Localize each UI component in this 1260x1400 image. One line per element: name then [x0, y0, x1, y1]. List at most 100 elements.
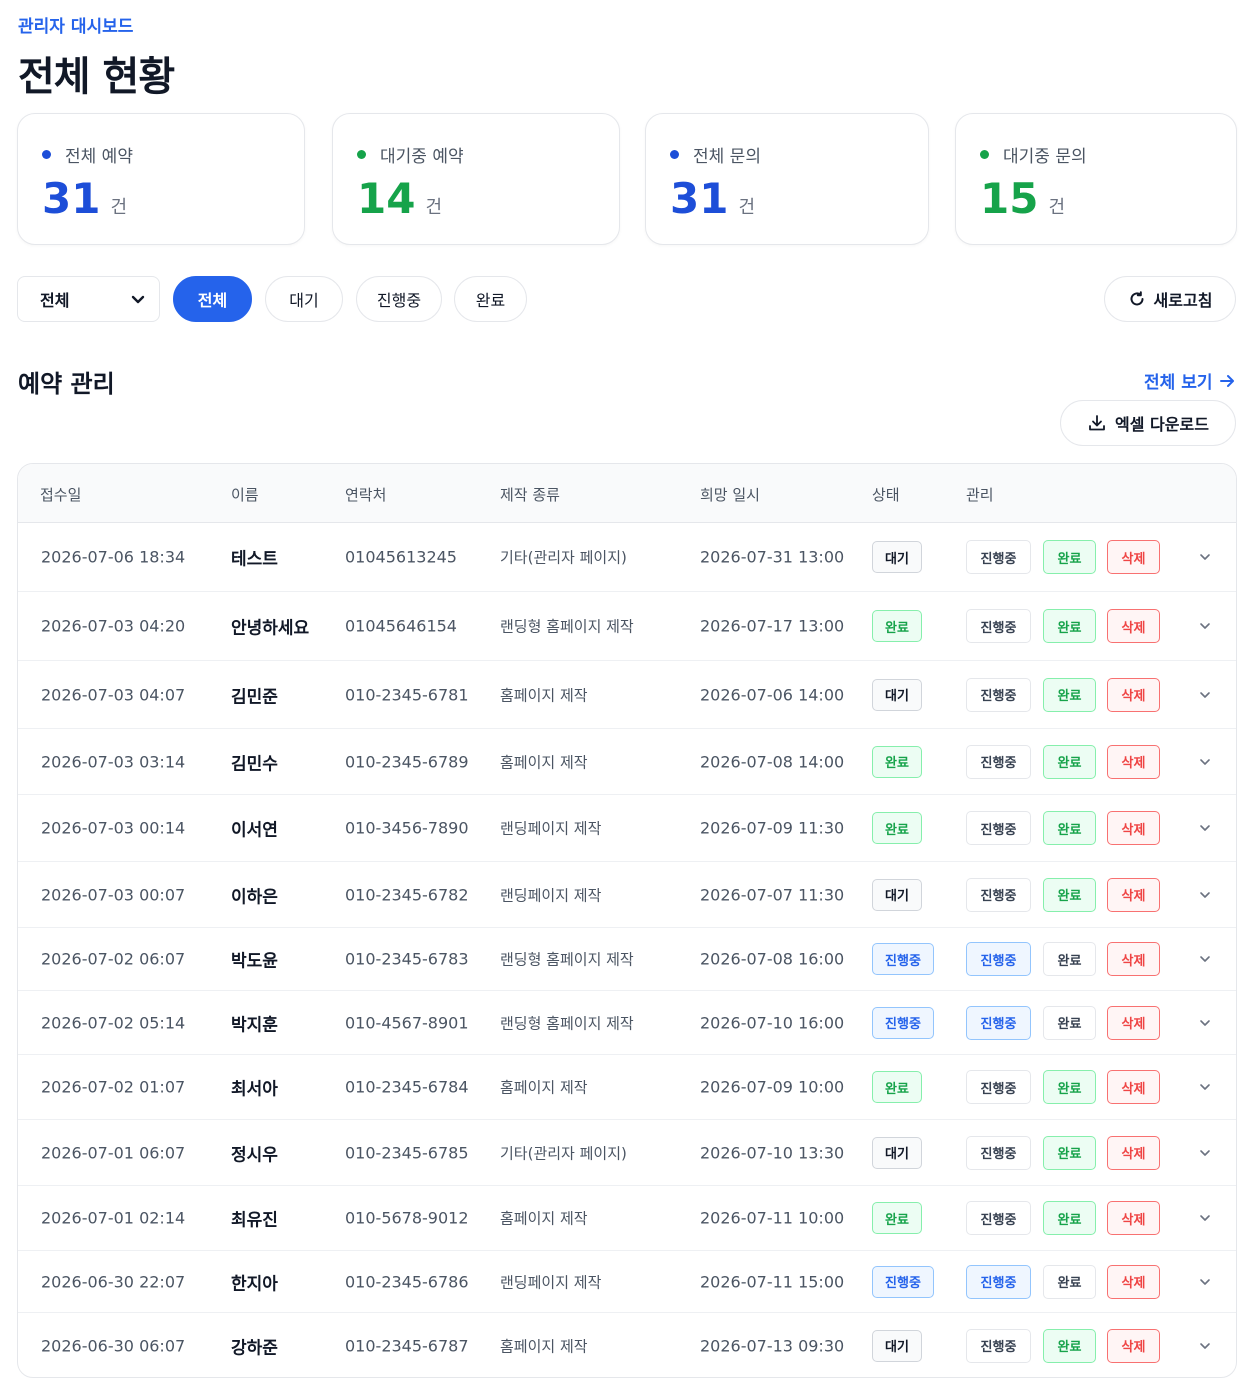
- chevron-down-icon[interactable]: [1198, 550, 1212, 564]
- delete-button[interactable]: 삭제: [1107, 1070, 1160, 1104]
- set-progress-button[interactable]: 진행중: [966, 877, 1031, 912]
- excel-download-button[interactable]: 엑셀 다운로드: [1060, 400, 1236, 446]
- stat-value: 31: [42, 174, 101, 223]
- cell-name: 최서아: [231, 1079, 278, 1100]
- refresh-button[interactable]: 새로고침: [1104, 276, 1236, 322]
- chevron-down-icon[interactable]: [1198, 1016, 1212, 1030]
- col-date: 접수일: [40, 486, 82, 504]
- status-badge: 대기: [872, 1136, 922, 1169]
- set-done-button[interactable]: 완료: [1043, 1328, 1096, 1363]
- chevron-down-icon[interactable]: [1198, 952, 1212, 966]
- chevron-down-icon[interactable]: [1198, 821, 1212, 835]
- filter-pill-done[interactable]: 완료: [454, 276, 527, 322]
- cell-wish-date: 2026-07-08 14:00: [700, 752, 845, 771]
- delete-button[interactable]: 삭제: [1107, 677, 1160, 712]
- chevron-down-icon[interactable]: [1198, 1339, 1212, 1353]
- set-progress-button[interactable]: 진행중: [966, 811, 1031, 845]
- delete-button[interactable]: 삭제: [1107, 1264, 1160, 1299]
- set-progress-button[interactable]: 진행중: [966, 1201, 1031, 1235]
- set-progress-button[interactable]: 진행중: [966, 1135, 1031, 1170]
- chevron-down-icon[interactable]: [1198, 755, 1212, 769]
- set-done-button[interactable]: 완료: [1043, 540, 1096, 574]
- table-row: 2026-07-01 06:07 정시우 010-2345-6785 기타(관리…: [18, 1120, 1236, 1186]
- filter-select[interactable]: 전체: [17, 276, 160, 322]
- stat-card-total-inquiries: 전체 문의 31 건: [645, 113, 929, 245]
- delete-button[interactable]: 삭제: [1107, 942, 1160, 976]
- stat-card-total-reservations: 전체 예약 31 건: [17, 113, 305, 245]
- chevron-down-icon[interactable]: [1198, 1080, 1212, 1094]
- table-row: 2026-07-06 18:34 테스트 01045613245 기타(관리자 …: [18, 523, 1236, 592]
- cell-name: 안녕하세요: [231, 618, 310, 639]
- cell-name: 김민준: [231, 687, 278, 707]
- stat-value: 31: [670, 174, 729, 223]
- set-done-button[interactable]: 완료: [1043, 811, 1096, 845]
- status-badge: 완료: [872, 1071, 922, 1103]
- set-done-button[interactable]: 완료: [1043, 677, 1096, 712]
- delete-button[interactable]: 삭제: [1107, 540, 1160, 574]
- cell-date: 2026-07-02 06:07: [41, 949, 186, 969]
- chevron-down-icon[interactable]: [1198, 1211, 1212, 1225]
- cell-name: 정시우: [231, 1145, 278, 1165]
- refresh-label: 새로고침: [1153, 291, 1213, 310]
- set-progress-button[interactable]: 진행중: [966, 942, 1031, 976]
- view-all-link[interactable]: 전체 보기: [1144, 368, 1236, 393]
- set-done-button[interactable]: 완료: [1043, 1135, 1096, 1170]
- set-done-button[interactable]: 완료: [1043, 1264, 1096, 1299]
- delete-button[interactable]: 삭제: [1107, 609, 1160, 643]
- cell-name: 테스트: [231, 549, 278, 570]
- set-progress-button[interactable]: 진행중: [966, 677, 1031, 712]
- cell-name: 강하준: [231, 1338, 278, 1358]
- chevron-down-icon[interactable]: [1198, 1275, 1212, 1289]
- filter-select-value: 전체: [40, 291, 70, 310]
- col-phone: 연락처: [345, 486, 387, 504]
- cell-phone: 010-2345-6784: [345, 1077, 469, 1097]
- set-done-button[interactable]: 완료: [1043, 942, 1096, 976]
- filter-pill-all[interactable]: 전체: [173, 276, 252, 322]
- cell-date: 2026-07-06 18:34: [41, 547, 186, 567]
- set-done-button[interactable]: 완료: [1043, 1070, 1096, 1104]
- table-row: 2026-07-03 03:14 김민수 010-2345-6789 홈페이지 …: [18, 729, 1236, 795]
- set-done-button[interactable]: 완료: [1043, 744, 1096, 779]
- delete-button[interactable]: 삭제: [1107, 1005, 1160, 1040]
- filter-pill-progress[interactable]: 진행중: [356, 276, 442, 322]
- set-done-button[interactable]: 완료: [1043, 1201, 1096, 1235]
- delete-button[interactable]: 삭제: [1107, 877, 1160, 912]
- chevron-down-icon[interactable]: [1198, 1146, 1212, 1160]
- set-progress-button[interactable]: 진행중: [966, 540, 1031, 574]
- set-progress-button[interactable]: 진행중: [966, 744, 1031, 779]
- status-badge: 대기: [872, 1329, 922, 1362]
- set-progress-button[interactable]: 진행중: [966, 1264, 1031, 1299]
- cell-wish-date: 2026-07-06 14:00: [700, 685, 845, 704]
- delete-button[interactable]: 삭제: [1107, 1135, 1160, 1170]
- status-badge: 진행중: [872, 1265, 934, 1298]
- refresh-icon: [1130, 291, 1144, 306]
- delete-button[interactable]: 삭제: [1107, 1328, 1160, 1363]
- set-progress-button[interactable]: 진행중: [966, 1070, 1031, 1104]
- set-progress-button[interactable]: 진행중: [966, 609, 1031, 643]
- stat-value: 14: [357, 174, 416, 223]
- table-row: 2026-07-02 06:07 박도윤 010-2345-6783 랜딩형 홈…: [18, 928, 1236, 991]
- cell-phone: 010-2345-6781: [345, 685, 469, 704]
- set-done-button[interactable]: 완료: [1043, 609, 1096, 643]
- cell-date: 2026-07-01 06:07: [41, 1143, 186, 1162]
- cell-date: 2026-06-30 06:07: [41, 1336, 186, 1355]
- chevron-down-icon[interactable]: [1198, 688, 1212, 702]
- status-badge: 진행중: [872, 1006, 934, 1039]
- set-progress-button[interactable]: 진행중: [966, 1328, 1031, 1363]
- delete-button[interactable]: 삭제: [1107, 811, 1160, 845]
- filter-pill-wait[interactable]: 대기: [265, 276, 343, 322]
- cell-type: 랜딩형 홈페이지 제작: [500, 1014, 634, 1032]
- chevron-down-icon[interactable]: [1198, 888, 1212, 902]
- set-done-button[interactable]: 완료: [1043, 877, 1096, 912]
- chevron-down-icon[interactable]: [1198, 619, 1212, 633]
- col-type: 제작 종류: [500, 486, 560, 504]
- cell-wish-date: 2026-07-07 11:30: [700, 885, 845, 904]
- delete-button[interactable]: 삭제: [1107, 1201, 1160, 1235]
- cell-name: 이하은: [231, 887, 278, 907]
- set-progress-button[interactable]: 진행중: [966, 1005, 1031, 1040]
- dot-icon: [670, 150, 679, 159]
- cell-type: 홈페이지 제작: [500, 1078, 588, 1097]
- delete-button[interactable]: 삭제: [1107, 744, 1160, 779]
- set-done-button[interactable]: 완료: [1043, 1005, 1096, 1040]
- cell-type: 기타(관리자 페이지): [500, 548, 627, 567]
